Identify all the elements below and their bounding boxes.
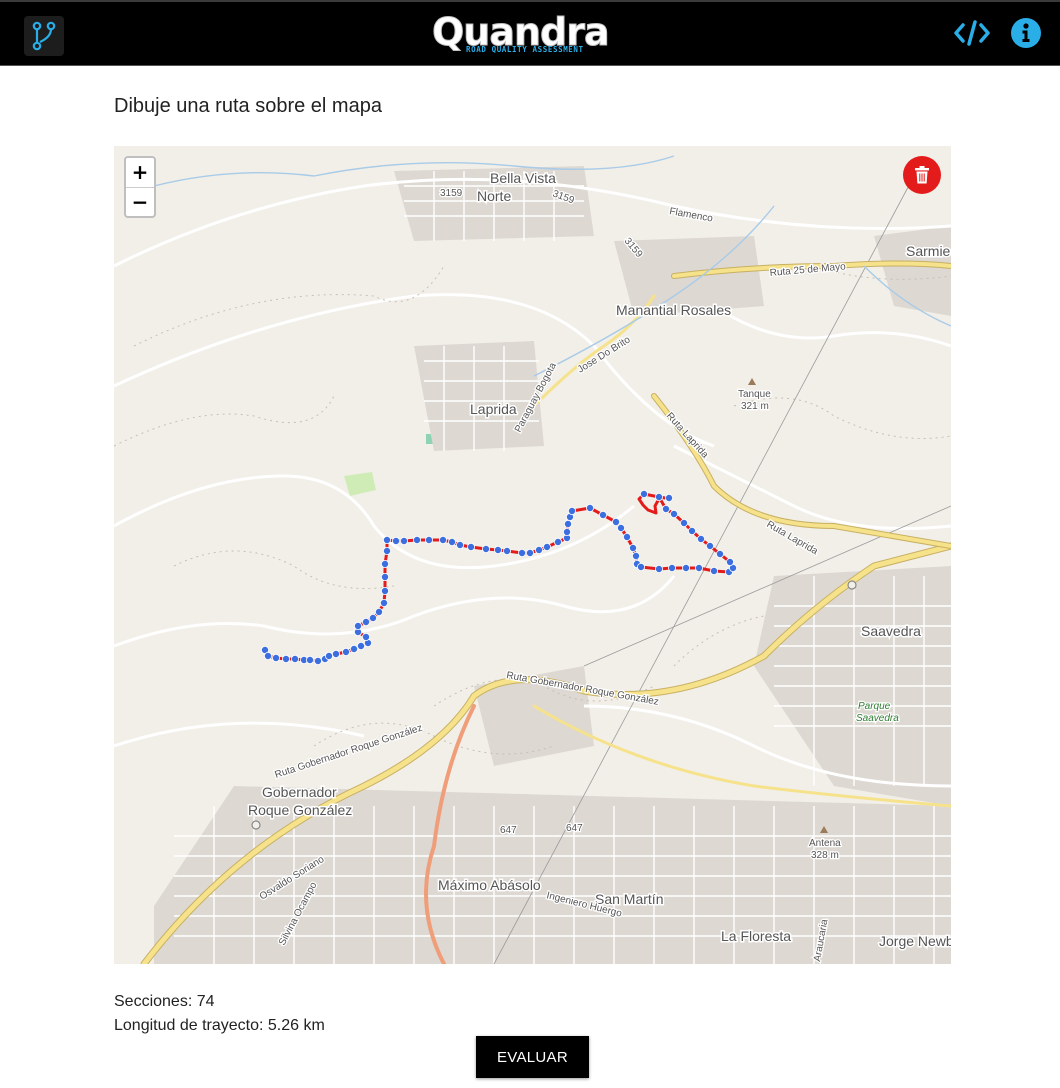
route-stats: Secciones: 74 Longitud de trayecto: 5.26… [114,990,325,1038]
route-waypoints [260,489,738,665]
trash-icon [915,166,929,184]
map-label-norte: Norte [477,188,511,204]
map-label-parque: Parque [858,701,891,712]
map-label-roque: Roque González [248,802,352,818]
evaluate-button[interactable]: EVALUAR [476,1036,589,1078]
sections-label: Secciones: [114,993,193,1010]
length-line: Longitud de trayecto: 5.26 km [114,1014,325,1038]
route-map[interactable]: Bella Vista Norte Sarmie Manantial Rosal… [114,146,951,964]
zoom-in-button[interactable]: + [126,158,154,188]
code-button[interactable] [954,18,990,48]
route-branch-icon [32,21,56,51]
map-label-tanque-alt: 321 m [741,401,769,412]
map-label-maximo: Máximo Abásolo [438,877,541,893]
road-label-ruta25: Ruta 25 de Mayo [769,261,846,279]
sections-line: Secciones: 74 [114,990,325,1014]
map-label-laprida: Laprida [470,401,517,417]
map-label-bella-vista: Bella Vista [490,170,556,186]
logo-subtitle: ROAD QUALITY ASSESSMENT [466,45,584,54]
page-title: Dibuje una ruta sobre el mapa [114,95,382,117]
app-logo[interactable]: Quandra ROAD QUALITY ASSESSMENT [432,12,611,58]
map-label-parque2: Saavedra [856,713,899,724]
map-label-saavedra: Saavedra [861,623,921,639]
map-label-tanque: Tanque [738,389,771,400]
info-button[interactable] [1010,17,1042,49]
map-label-antena-alt: 328 m [811,850,839,861]
delete-route-button[interactable] [903,156,941,194]
road-label-jose: Jose Do Brito [576,334,633,375]
map-label-antena: Antena [809,838,841,849]
code-icon [954,20,990,46]
road-label-647b: 647 [566,823,583,834]
road-label-647a: 647 [500,825,517,836]
map-label-la-floresta: La Floresta [721,928,791,944]
road-label-3159a: 3159 [440,188,463,199]
zoom-out-button[interactable]: − [126,188,154,217]
map-label-jorge: Jorge Newb [879,933,951,949]
route-line [263,492,735,663]
route-menu-button[interactable] [24,16,64,56]
map-label-sarmiento: Sarmie [906,243,951,259]
length-value: 5.26 km [267,1017,325,1034]
road-label-flamenco: Flamenco [668,206,714,225]
map-tiles: Bella Vista Norte Sarmie Manantial Rosal… [114,155,951,964]
top-navbar: Quandra ROAD QUALITY ASSESSMENT [0,0,1060,66]
map-label-gobernador: Gobernador [262,784,337,800]
zoom-control: + − [124,156,156,218]
map-label-manantial: Manantial Rosales [616,302,731,318]
info-circle-icon [1011,18,1041,48]
length-label: Longitud de trayecto: [114,1017,264,1034]
sections-value: 74 [196,993,215,1010]
